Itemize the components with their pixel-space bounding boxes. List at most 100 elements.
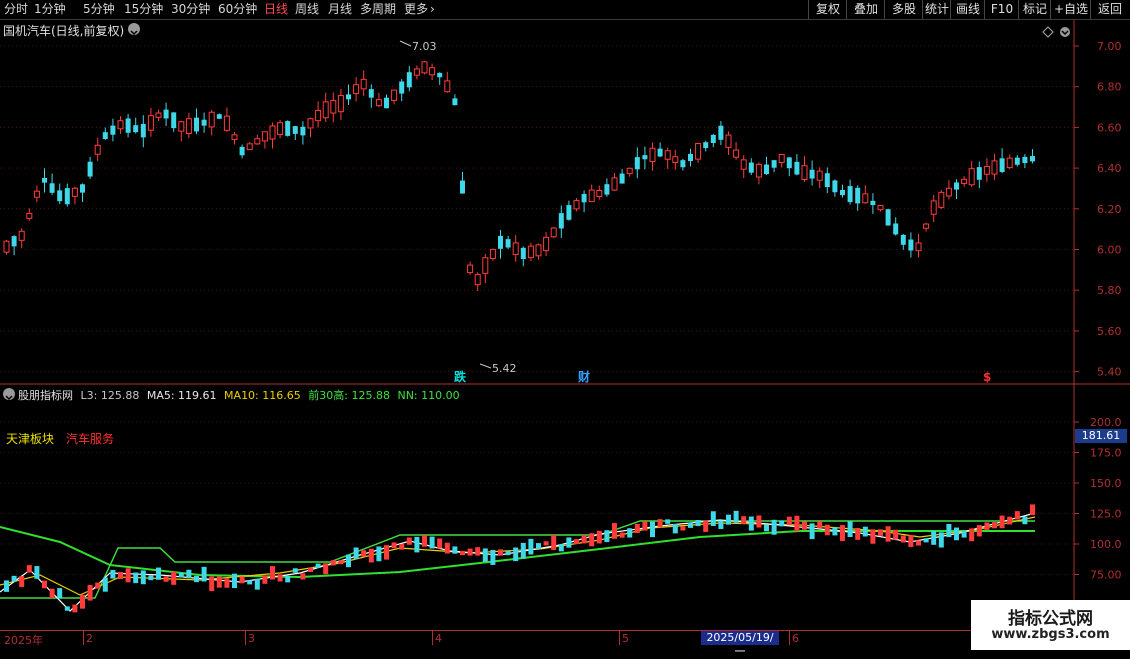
l3-bar	[209, 576, 215, 592]
low-price-label: 5.42	[492, 362, 517, 375]
l3-bar	[42, 580, 47, 589]
l3-bar	[1007, 516, 1013, 525]
l3-bar	[756, 515, 762, 528]
period-tab-monthly[interactable]: 月线	[328, 1, 352, 18]
candle-body	[33, 190, 40, 198]
period-tab-1min[interactable]: 1分钟	[34, 1, 66, 18]
l3-bar	[596, 530, 602, 544]
l3-bar	[4, 580, 9, 592]
period-tab-5min[interactable]: 5分钟	[83, 1, 115, 18]
candle-body	[893, 223, 899, 235]
stats-button[interactable]: 统计	[922, 0, 951, 19]
high-price-label: 7.03	[412, 40, 437, 53]
period-tab-weekly[interactable]: 周线	[295, 1, 319, 18]
l3-bar	[961, 530, 967, 538]
low-pointer	[479, 363, 492, 369]
l3-bar	[999, 515, 1005, 529]
indicator-chart[interactable]: 200.0 175.0 150.0 125.0 100.0 75.00	[0, 385, 1130, 630]
l3-bar	[368, 548, 374, 563]
l3-bar	[984, 522, 990, 530]
date-label-year: 2025年	[4, 634, 43, 647]
l3-bar	[878, 529, 883, 536]
candle-body	[322, 101, 329, 119]
f10-button[interactable]: F10	[984, 0, 1019, 19]
watermark-url: www.zbgs3.com	[991, 627, 1110, 642]
candle-body	[961, 178, 968, 184]
candle-body	[550, 227, 557, 238]
candle-body	[954, 182, 959, 190]
l3-bar	[794, 515, 800, 532]
period-tab-15min[interactable]: 15分钟	[124, 1, 163, 18]
add-favorite-button[interactable]: +自选	[1050, 0, 1091, 19]
candle-body	[862, 193, 869, 204]
candle-body	[832, 180, 838, 193]
l3-bar	[862, 526, 868, 537]
overlay-button[interactable]: 叠加	[846, 0, 885, 19]
candle-body	[512, 242, 519, 256]
candle-body	[360, 78, 367, 90]
l3-bar	[384, 545, 389, 560]
period-tab-30min[interactable]: 30分钟	[171, 1, 210, 18]
draw-line-button[interactable]: 画线	[950, 0, 985, 19]
candle-body	[915, 242, 922, 252]
l3-bar	[490, 549, 496, 565]
l3-bar	[619, 532, 625, 538]
period-tab-daily[interactable]: 日线	[264, 1, 288, 18]
period-tab-60min[interactable]: 60分钟	[218, 1, 257, 18]
l3-bar	[543, 541, 549, 546]
candle-body	[49, 183, 55, 193]
l3-bar	[475, 547, 481, 556]
adjust-button[interactable]: 复权	[808, 0, 847, 19]
candle-body	[117, 120, 124, 130]
candle-body	[588, 189, 595, 203]
candle-body	[444, 80, 451, 93]
candle-body	[634, 157, 640, 170]
candle-body	[1030, 156, 1035, 162]
l3-bar	[376, 546, 382, 562]
period-tab-timeshare[interactable]: 分时	[4, 1, 28, 18]
l3-bar	[133, 572, 139, 584]
l3-bar	[391, 542, 397, 549]
candle-body	[467, 264, 474, 274]
candle-body	[527, 245, 534, 259]
candle-body	[384, 97, 389, 109]
l3-bar	[954, 527, 959, 541]
l3-bar	[498, 549, 503, 556]
candle-body	[399, 81, 405, 94]
l3-bar	[178, 572, 184, 578]
candle-body	[596, 190, 603, 197]
indicator-axis-label: 75.00	[1090, 569, 1122, 582]
l3-bar	[72, 604, 78, 613]
candle-body	[346, 94, 351, 100]
l3-bar	[779, 520, 785, 527]
candle-body	[794, 161, 800, 175]
candlestick-chart[interactable]: 7.00 6.80 6.60 6.40 6.20 6.00 5.80 5.60 5.40 7.0…	[0, 20, 1130, 385]
l3-bar	[771, 519, 777, 535]
candle-body	[194, 117, 199, 132]
candle-body	[474, 274, 481, 286]
period-tab-multi[interactable]: 多周期	[360, 1, 396, 18]
candle-body	[695, 143, 702, 160]
l3-bar	[832, 527, 838, 536]
back-button[interactable]: 返回	[1090, 0, 1129, 19]
candle-body	[163, 109, 169, 119]
l3-bar	[718, 520, 724, 529]
candle-body	[269, 125, 276, 140]
multi-stock-button[interactable]: 多股	[884, 0, 923, 19]
l3-bar	[946, 523, 952, 538]
candle-body	[223, 115, 230, 131]
l3-bar	[292, 568, 298, 573]
l3-bar	[80, 594, 85, 609]
l3-bar	[650, 521, 655, 538]
price-axis-label: 7.00	[1097, 40, 1122, 53]
l3-bar	[855, 527, 861, 540]
event-marker: 财	[577, 369, 590, 384]
cursor-date-badge: 2025/05/19/一	[701, 631, 779, 658]
candle-body	[406, 72, 412, 88]
candle-body	[809, 169, 815, 179]
indicator-axis-label: 125.0	[1090, 508, 1122, 521]
l3-bar	[566, 537, 572, 548]
candle-body	[178, 121, 185, 132]
period-tab-more[interactable]: 更多 ›	[404, 1, 435, 18]
mark-button[interactable]: 标记	[1018, 0, 1051, 19]
